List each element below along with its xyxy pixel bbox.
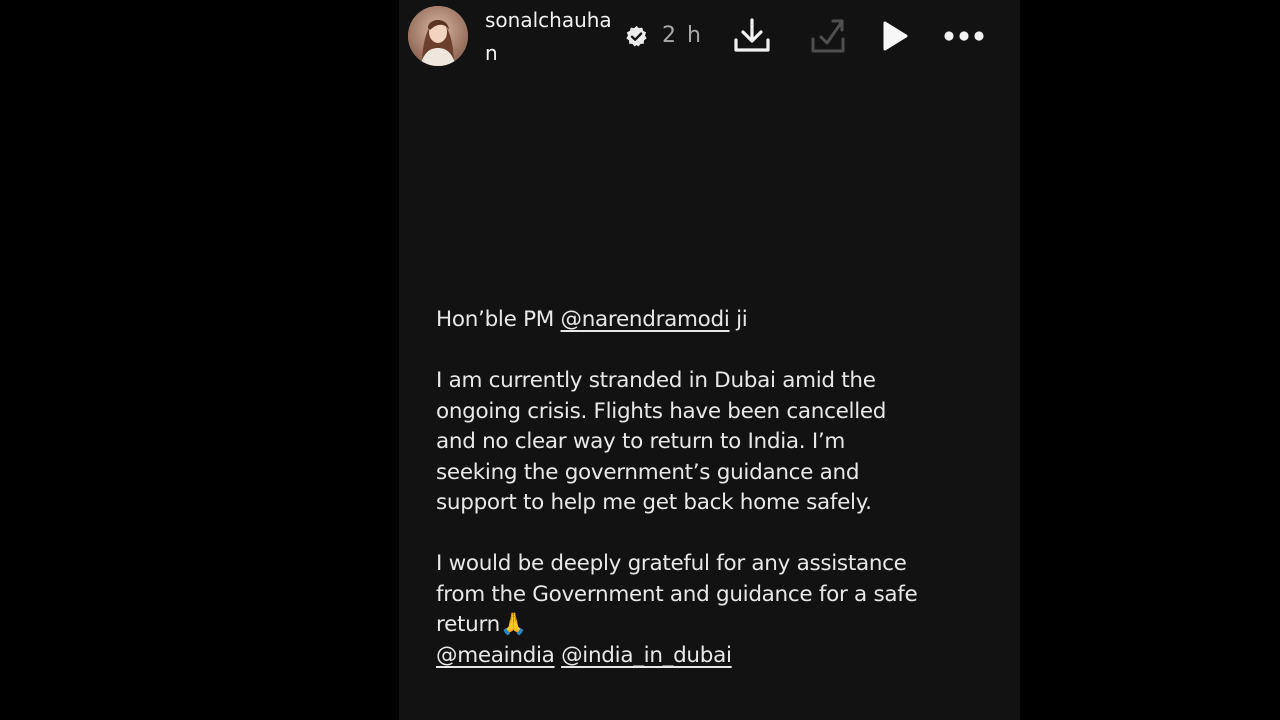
closing-line: return🙏 bbox=[436, 610, 1006, 641]
more-options-button[interactable] bbox=[940, 12, 988, 60]
body-line: ongoing crisis. Flights have been cancel… bbox=[436, 398, 887, 424]
username[interactable]: sonalchauhan bbox=[485, 4, 621, 70]
body-line: and no clear way to return to India. I’m bbox=[436, 429, 846, 454]
body-line: support to help me get back home safely. bbox=[436, 490, 872, 515]
post-time: 2 h bbox=[662, 23, 703, 48]
download-icon bbox=[734, 18, 770, 52]
play-icon bbox=[883, 21, 908, 51]
greeting-line: Hon’ble PM @narendramodi ji bbox=[436, 305, 1006, 336]
body-line: I am currently stranded in Dubai amid th… bbox=[436, 368, 876, 393]
avatar-image bbox=[408, 6, 468, 66]
mention-narendramodi[interactable]: @narendramodi bbox=[561, 307, 730, 332]
story-viewer: sonalchauhan 2 h Hon’ble PM @narendramod… bbox=[399, 0, 1020, 720]
save-to-collection-icon bbox=[811, 19, 845, 53]
play-button[interactable] bbox=[871, 12, 919, 60]
folded-hands-emoji: 🙏 bbox=[499, 612, 527, 637]
mention-meaindia[interactable]: @meaindia bbox=[436, 643, 555, 668]
avatar[interactable] bbox=[408, 6, 468, 66]
save-to-collection-button[interactable] bbox=[804, 12, 852, 60]
story-header: sonalchauhan 2 h bbox=[399, 0, 1020, 82]
more-options-icon bbox=[944, 31, 984, 41]
body-line: seeking the government’s guidance and bbox=[436, 459, 860, 485]
body-line: from the Government and guidance for a s… bbox=[436, 581, 918, 607]
greeting-prefix: Hon’ble PM bbox=[436, 307, 554, 332]
story-text: Hon’ble PM @narendramodi ji I am current… bbox=[436, 305, 1006, 671]
closing-text: return bbox=[436, 612, 500, 637]
mention-india-in-dubai[interactable]: @india_in_dubai bbox=[561, 643, 732, 668]
greeting-suffix: ji bbox=[736, 307, 748, 332]
body-line: I would be deeply grateful for any assis… bbox=[436, 551, 907, 576]
verified-badge-icon bbox=[625, 25, 648, 48]
download-button[interactable] bbox=[728, 12, 776, 60]
mentions-line: @meaindia @india_in_dubai bbox=[436, 641, 1006, 672]
